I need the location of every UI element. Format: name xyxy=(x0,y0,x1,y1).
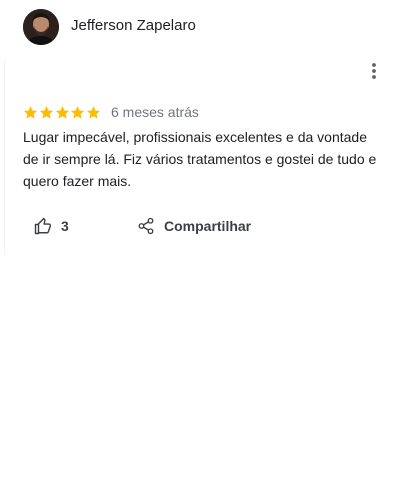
card-divider xyxy=(4,60,5,255)
star-icon xyxy=(87,105,101,119)
like-count: 3 xyxy=(61,218,69,234)
star-rating xyxy=(23,105,102,120)
author-name[interactable]: Jefferson Zapelaro xyxy=(71,17,196,35)
like-button[interactable]: 3 xyxy=(34,215,69,237)
share-button[interactable]: Compartilhar xyxy=(137,215,251,237)
avatar[interactable] xyxy=(23,9,59,45)
star-icon xyxy=(55,105,69,119)
star-icon xyxy=(71,105,85,119)
thumb-up-icon xyxy=(34,217,52,235)
review-text: Lugar impecável, profissionais excelente… xyxy=(23,129,377,189)
avatar-photo xyxy=(23,9,59,45)
more-options-button[interactable] xyxy=(362,59,386,83)
share-icon xyxy=(138,217,154,235)
more-vert-icon xyxy=(372,63,376,79)
star-icon xyxy=(23,105,38,119)
rating-row: 6 meses atrás xyxy=(23,103,199,121)
share-label: Compartilhar xyxy=(164,218,252,234)
star-icon xyxy=(39,105,53,119)
review-date: 6 meses atrás xyxy=(110,104,199,120)
review-card: Jefferson Zapelaro 6 meses atrás Lugar i… xyxy=(0,0,407,255)
